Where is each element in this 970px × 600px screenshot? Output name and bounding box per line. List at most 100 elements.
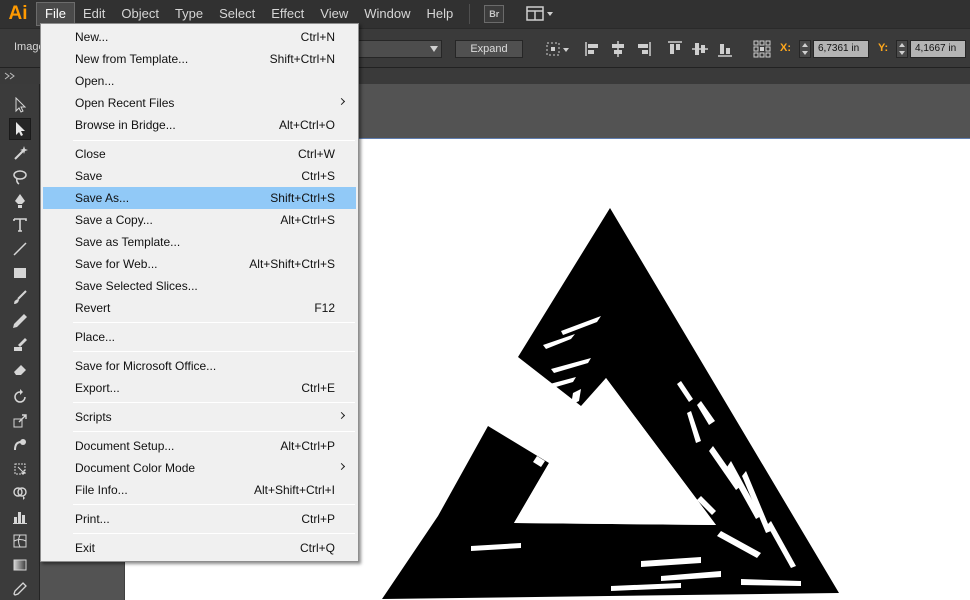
rotate-tool[interactable] xyxy=(9,386,31,408)
free-transform-tool-icon xyxy=(14,463,26,475)
align-bottom-icon[interactable] xyxy=(715,39,735,59)
direct-selection-tool[interactable] xyxy=(9,118,31,140)
shape-builder-tool[interactable] xyxy=(9,482,31,504)
type-tool-icon xyxy=(13,218,27,232)
menu-separator xyxy=(73,351,355,352)
magic-wand-tool-icon xyxy=(14,146,28,160)
warp-tool-icon xyxy=(14,439,26,451)
menu-item-open[interactable]: Open... xyxy=(43,70,356,92)
menu-item-file-info[interactable]: File Info... Alt+Shift+Ctrl+I xyxy=(43,479,356,501)
align-center-icon[interactable] xyxy=(608,39,628,59)
x-stepper[interactable] xyxy=(799,40,811,58)
magic-wand-tool[interactable] xyxy=(9,142,31,164)
file-menu-dropdown: New... Ctrl+N New from Template... Shift+C… xyxy=(40,23,359,562)
menu-item-new-from-template[interactable]: New from Template... Shift+Ctrl+N xyxy=(43,48,356,70)
bridge-button[interactable]: Br xyxy=(484,5,505,23)
menu-item-print[interactable]: Print... Ctrl+P xyxy=(43,508,356,530)
pencil-tool[interactable] xyxy=(9,310,31,332)
pen-tool-icon xyxy=(15,194,25,208)
paintbrush-tool-icon xyxy=(14,290,27,304)
eyedropper-tool[interactable] xyxy=(9,578,31,600)
menu-separator xyxy=(73,322,355,323)
collapse-panel-icon[interactable] xyxy=(4,71,18,81)
menu-separator xyxy=(469,4,471,24)
mesh-tool-icon xyxy=(13,534,27,548)
menu-separator xyxy=(73,402,355,403)
menu-item-browse-in-bridge[interactable]: Browse in Bridge... Alt+Ctrl+O xyxy=(43,114,356,136)
align-right-icon[interactable] xyxy=(633,39,653,59)
pen-tool[interactable] xyxy=(9,190,31,212)
graph-tool[interactable] xyxy=(9,506,31,528)
menu-item-scripts[interactable]: Scripts xyxy=(43,406,356,428)
align-left-icon[interactable] xyxy=(583,39,603,59)
menu-item-save-selected-slices[interactable]: Save Selected Slices... xyxy=(43,275,356,297)
eraser-tool-icon xyxy=(14,365,26,375)
menu-item-close[interactable]: Close Ctrl+W xyxy=(43,143,356,165)
menu-separator xyxy=(73,533,355,534)
gradient-tool[interactable] xyxy=(9,554,31,576)
arrange-documents-icon xyxy=(526,6,554,21)
lasso-tool-icon xyxy=(13,170,27,185)
y-coordinate-label: Y: xyxy=(878,42,889,54)
menu-item-revert[interactable]: Revert F12 xyxy=(43,297,356,319)
line-tool[interactable] xyxy=(9,238,31,260)
line-tool-icon xyxy=(13,242,27,256)
menu-item-document-setup[interactable]: Document Setup... Alt+Ctrl+P xyxy=(43,435,356,457)
menu-help[interactable]: Help xyxy=(418,2,461,26)
menu-item-save-for-web[interactable]: Save for Web... Alt+Shift+Ctrl+S xyxy=(43,253,356,275)
blob-brush-tool[interactable] xyxy=(9,334,31,356)
gradient-tool-icon xyxy=(13,559,27,571)
submenu-arrow-icon xyxy=(337,411,346,420)
x-coordinate-label: X: xyxy=(780,42,791,54)
submenu-arrow-icon xyxy=(337,97,346,106)
app-logo: Ai xyxy=(8,3,28,24)
direct-selection-tool-icon xyxy=(16,122,25,136)
eraser-tool[interactable] xyxy=(9,358,31,380)
tools-panel xyxy=(0,84,40,600)
rectangle-tool-icon xyxy=(14,268,26,278)
scale-tool-icon xyxy=(13,414,27,428)
x-coordinate-field[interactable]: 6,7361 in xyxy=(813,40,869,58)
free-transform-tool[interactable] xyxy=(9,458,31,480)
menu-item-document-color-mode[interactable]: Document Color Mode xyxy=(43,457,356,479)
menu-item-open-recent-files[interactable]: Open Recent Files xyxy=(43,92,356,114)
preset-dropdown[interactable] xyxy=(358,40,442,58)
scale-tool[interactable] xyxy=(9,410,31,432)
expand-button[interactable]: Expand xyxy=(455,40,523,58)
graph-tool-icon xyxy=(13,512,27,524)
submenu-arrow-icon xyxy=(337,462,346,471)
lasso-tool[interactable] xyxy=(9,166,31,188)
menu-item-save-as-template[interactable]: Save as Template... xyxy=(43,231,356,253)
chevron-down-icon xyxy=(430,46,438,52)
menu-item-save-for-microsoft-office[interactable]: Save for Microsoft Office... xyxy=(43,355,356,377)
reference-point-icon[interactable] xyxy=(752,39,772,59)
selection-tool-icon xyxy=(15,97,27,113)
paintbrush-tool[interactable] xyxy=(9,286,31,308)
shape-builder-tool-icon xyxy=(13,487,27,500)
menu-item-place[interactable]: Place... xyxy=(43,326,356,348)
rectangle-tool[interactable] xyxy=(9,262,31,284)
arrange-documents-button[interactable] xyxy=(526,6,554,22)
pencil-tool-icon xyxy=(13,314,27,328)
menu-separator xyxy=(73,504,355,505)
select-similar-icon[interactable] xyxy=(543,39,571,59)
menu-item-save-as[interactable]: Save As... Shift+Ctrl+S xyxy=(43,187,356,209)
align-top-icon[interactable] xyxy=(665,39,685,59)
illustrator-window: Ai File Edit Object Type Select Effect V… xyxy=(0,0,970,600)
align-middle-icon[interactable] xyxy=(690,39,710,59)
blob-brush-tool-icon xyxy=(14,338,27,351)
y-coordinate-field[interactable]: 4,1667 in xyxy=(910,40,966,58)
menu-separator xyxy=(73,140,355,141)
type-tool[interactable] xyxy=(9,214,31,236)
menu-separator xyxy=(73,431,355,432)
menu-item-save[interactable]: Save Ctrl+S xyxy=(43,165,356,187)
y-stepper[interactable] xyxy=(896,40,908,58)
menu-item-new[interactable]: New... Ctrl+N xyxy=(43,26,356,48)
menu-window[interactable]: Window xyxy=(356,2,418,26)
menu-item-exit[interactable]: Exit Ctrl+Q xyxy=(43,537,356,559)
selection-tool[interactable] xyxy=(9,94,31,116)
menu-item-save-a-copy[interactable]: Save a Copy... Alt+Ctrl+S xyxy=(43,209,356,231)
mesh-tool[interactable] xyxy=(9,530,31,552)
menu-item-export[interactable]: Export... Ctrl+E xyxy=(43,377,356,399)
warp-tool[interactable] xyxy=(9,434,31,456)
